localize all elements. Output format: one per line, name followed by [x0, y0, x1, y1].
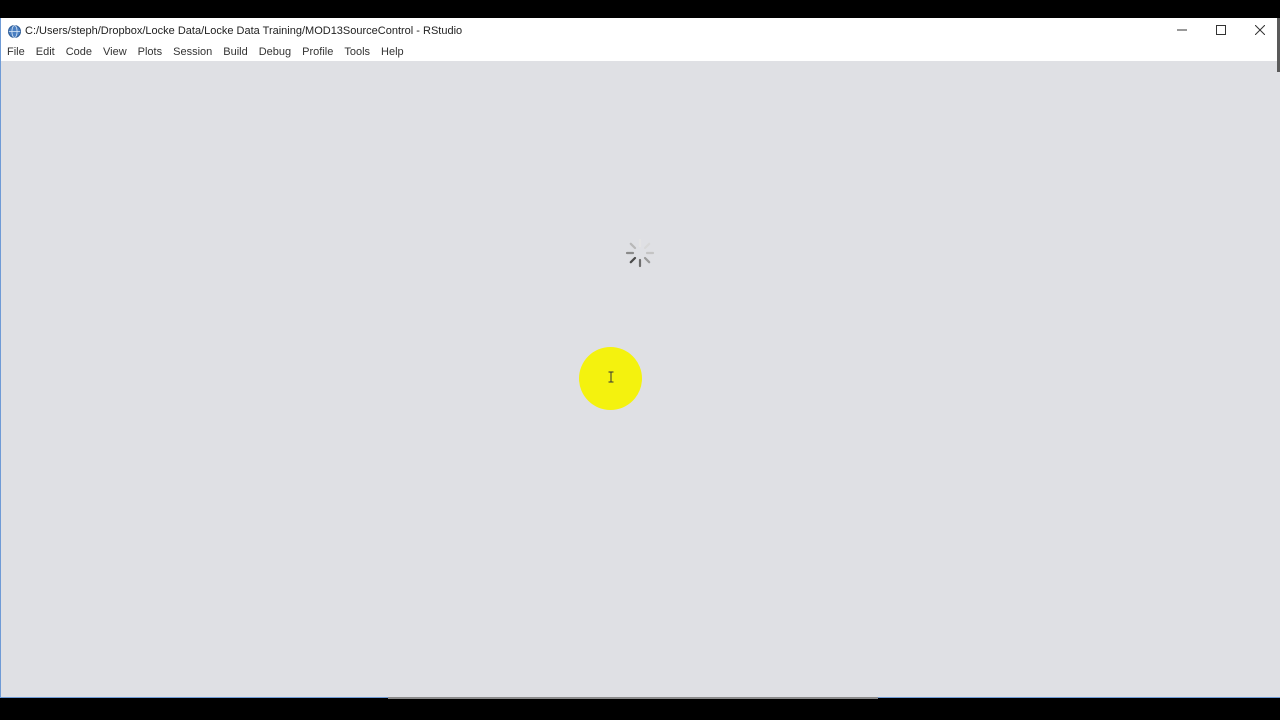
rstudio-window: C:/Users/steph/Dropbox/Locke Data/Locke … [0, 18, 1280, 698]
window-controls [1162, 18, 1279, 44]
menu-build[interactable]: Build [217, 44, 252, 60]
close-button[interactable] [1240, 18, 1279, 44]
maximize-icon [1215, 22, 1226, 40]
title-bar[interactable]: C:/Users/steph/Dropbox/Locke Data/Locke … [1, 18, 1279, 44]
bottom-scrollbar[interactable] [388, 697, 878, 699]
menu-profile[interactable]: Profile [296, 44, 338, 60]
screen: C:/Users/steph/Dropbox/Locke Data/Locke … [0, 0, 1280, 720]
menu-edit[interactable]: Edit [30, 44, 60, 60]
cursor-highlight [579, 347, 642, 410]
menu-view[interactable]: View [97, 44, 132, 60]
minimize-button[interactable] [1162, 18, 1201, 44]
menu-session[interactable]: Session [167, 44, 217, 60]
close-icon [1254, 22, 1265, 40]
loading-spinner-icon [624, 237, 656, 269]
menu-plots[interactable]: Plots [132, 44, 167, 60]
menu-code[interactable]: Code [60, 44, 97, 60]
menu-file[interactable]: File [1, 44, 30, 60]
text-cursor-icon [607, 370, 615, 388]
menu-tools[interactable]: Tools [338, 44, 375, 60]
menu-help[interactable]: Help [375, 44, 409, 60]
menu-debug[interactable]: Debug [253, 44, 296, 60]
minimize-icon [1176, 22, 1187, 40]
rstudio-globe-icon [7, 24, 21, 38]
maximize-button[interactable] [1201, 18, 1240, 44]
window-title: C:/Users/steph/Dropbox/Locke Data/Locke … [25, 25, 463, 37]
